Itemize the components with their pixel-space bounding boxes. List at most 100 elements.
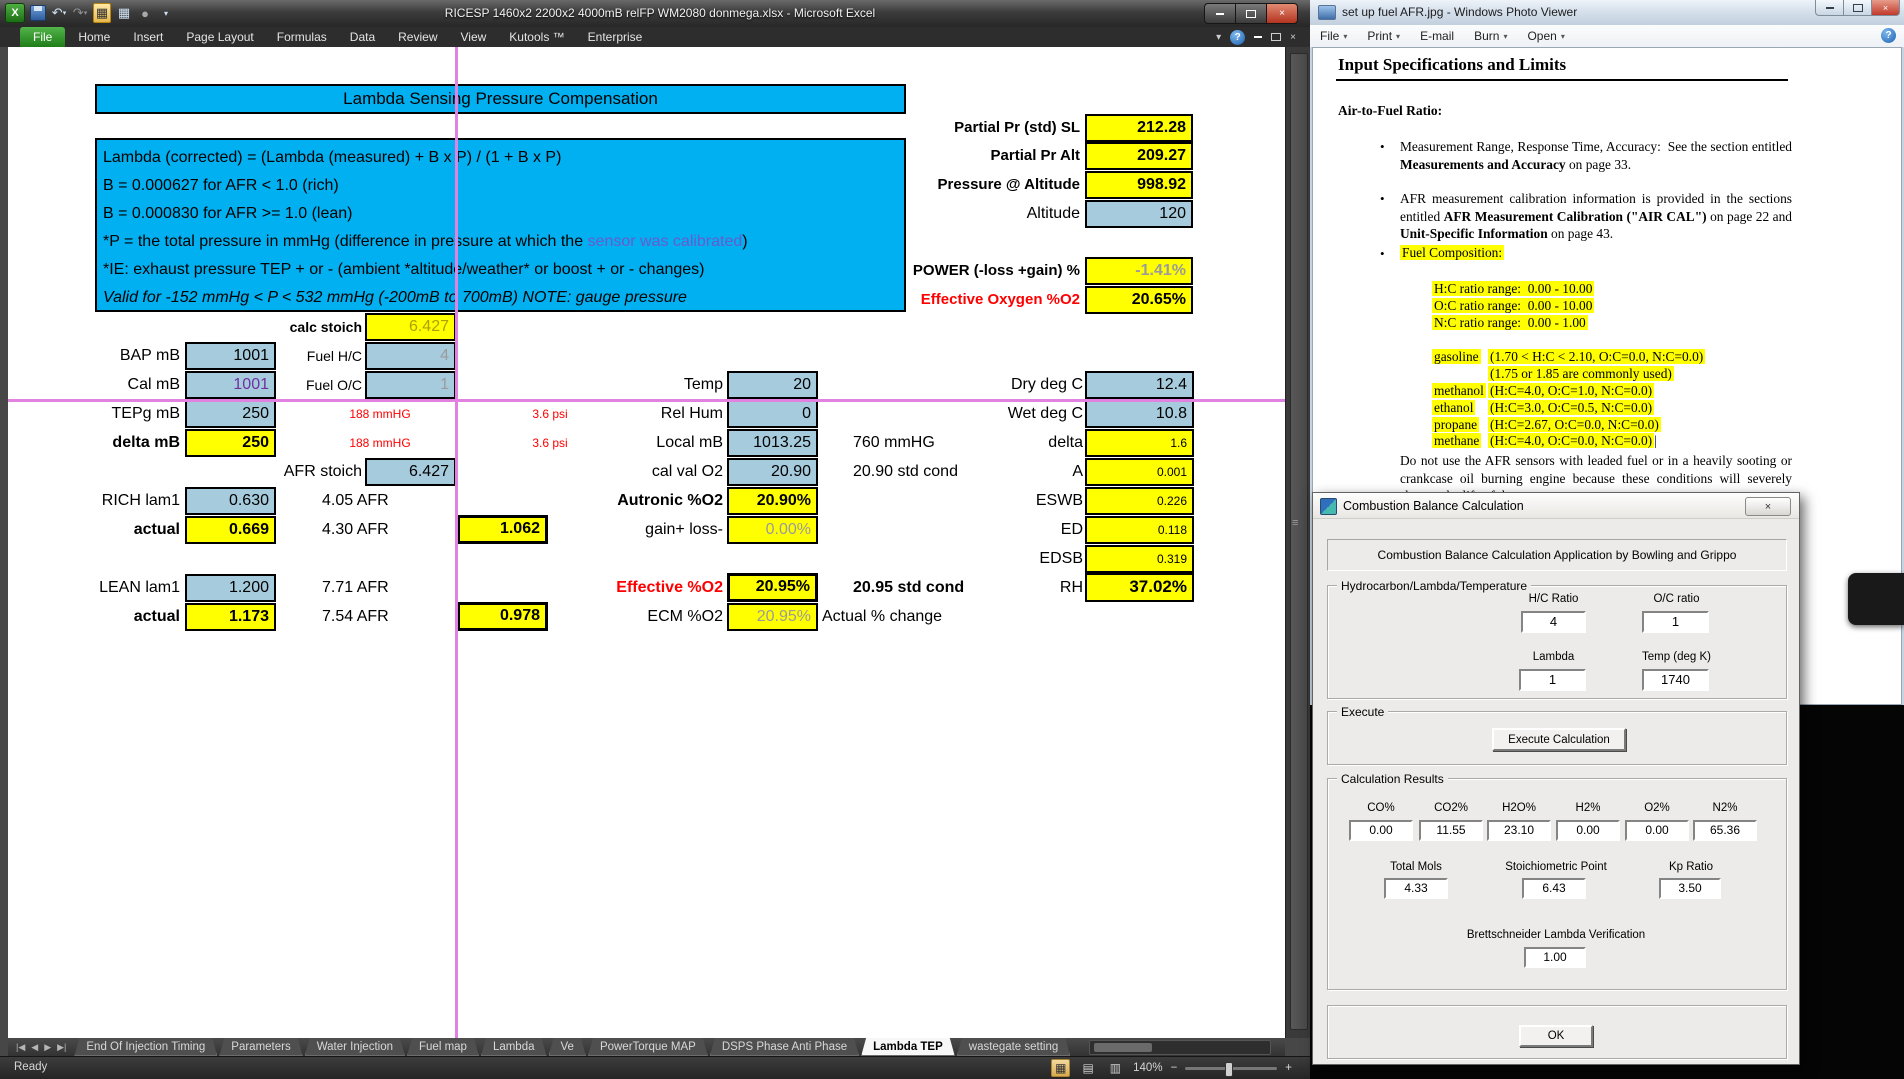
ribbon-tab-page-layout[interactable]: Page Layout: [176, 27, 263, 47]
tab-last-icon[interactable]: ▶|: [57, 1042, 66, 1053]
cell-edsb[interactable]: 0.319: [1085, 545, 1194, 573]
menu-email[interactable]: E-mail: [1410, 29, 1464, 43]
label-autronic-o2[interactable]: Autronic %O2: [565, 490, 723, 512]
zoom-slider-thumb[interactable]: [1225, 1062, 1233, 1077]
pv-maximize-button[interactable]: [1843, 0, 1871, 16]
cell-actual-rich[interactable]: 0.669: [185, 516, 276, 544]
cell-rh[interactable]: 37.02%: [1085, 573, 1194, 602]
cell-tepg[interactable]: 250: [185, 400, 276, 428]
execute-calculation-button[interactable]: Execute Calculation: [1492, 728, 1626, 751]
label-effective-oxygen[interactable]: Effective Oxygen %O2: [810, 289, 1080, 311]
result-co[interactable]: 0.00: [1349, 820, 1413, 841]
label-partial-pr-std[interactable]: Partial Pr (std) SL: [810, 117, 1080, 139]
label-ed[interactable]: ED: [925, 519, 1083, 541]
result-n2[interactable]: 65.36: [1693, 820, 1757, 841]
cell-effective-o2[interactable]: 20.95%: [727, 573, 818, 602]
label-partial-pr-alt[interactable]: Partial Pr Alt: [810, 145, 1080, 167]
cell-delta-small[interactable]: 1.6: [1085, 429, 1194, 457]
minimize-button[interactable]: [1204, 3, 1235, 24]
tab-prev-icon[interactable]: ◀: [31, 1042, 38, 1053]
label-effective-o2[interactable]: Effective %O2: [565, 577, 723, 599]
label-actual-lean[interactable]: actual: [30, 606, 180, 628]
sheet-tab-lambda-tep[interactable]: Lambda TEP: [861, 1038, 955, 1056]
label-fuel-hc[interactable]: Fuel H/C: [228, 345, 362, 367]
label-gain-loss[interactable]: gain+ loss-: [565, 519, 723, 541]
sheet-tab-parameters[interactable]: Parameters: [219, 1038, 302, 1056]
result-h2[interactable]: 0.00: [1556, 820, 1620, 841]
cell-lean-ratio[interactable]: 0.978: [457, 602, 548, 631]
label-rh[interactable]: RH: [925, 577, 1083, 599]
qat-customize-icon[interactable]: ▾: [158, 4, 174, 22]
maximize-button[interactable]: [1235, 3, 1266, 24]
label-actual-rich[interactable]: actual: [30, 519, 180, 541]
cell-a[interactable]: 0.001: [1085, 458, 1194, 486]
label-local-mb[interactable]: Local mB: [565, 432, 723, 454]
menu-burn[interactable]: Burn▾: [1464, 29, 1517, 43]
horizontal-scrollbar[interactable]: [1089, 1040, 1271, 1055]
result-co2[interactable]: 11.55: [1419, 820, 1483, 841]
cell-altitude[interactable]: 120: [1085, 200, 1193, 228]
ribbon-expand-icon[interactable]: ▾: [1216, 32, 1221, 43]
result-stoichiometric-point[interactable]: 6.43: [1522, 878, 1586, 899]
cell-power[interactable]: -1.41%: [1085, 257, 1193, 285]
cell-effective-oxygen[interactable]: 20.65%: [1085, 286, 1193, 314]
label-rich-lam1[interactable]: RICH lam1: [30, 490, 180, 512]
cell-lean-lam1[interactable]: 1.200: [185, 574, 276, 602]
label-a[interactable]: A: [925, 461, 1083, 483]
cell-ecm-o2[interactable]: 20.95%: [727, 603, 818, 631]
label-temp[interactable]: Temp: [565, 374, 723, 396]
cell-dry-deg[interactable]: 12.4: [1085, 371, 1194, 399]
tab-first-icon[interactable]: |◀: [16, 1042, 25, 1053]
sheet-tab-fuel-map[interactable]: Fuel map: [407, 1038, 479, 1056]
cell-gain-loss[interactable]: 0.00%: [727, 516, 818, 544]
label-lean-lam1[interactable]: LEAN lam1: [30, 577, 180, 599]
grid-toggle-icon[interactable]: ▦: [93, 3, 111, 23]
page-layout-view-icon[interactable]: ▤: [1078, 1059, 1097, 1077]
label-afr-stoich[interactable]: AFR stoich: [228, 461, 362, 483]
menu-open[interactable]: Open▾: [1517, 29, 1574, 43]
menu-print[interactable]: Print▾: [1357, 29, 1410, 43]
label-cal[interactable]: Cal mB: [30, 374, 180, 396]
input-oc-ratio[interactable]: 1: [1642, 611, 1709, 633]
ribbon-tab-review[interactable]: Review: [388, 27, 447, 47]
result-total-mols[interactable]: 4.33: [1384, 878, 1448, 899]
ribbon-tab-data[interactable]: Data: [340, 27, 385, 47]
result-h2o[interactable]: 23.10: [1487, 820, 1551, 841]
ribbon-tab-file[interactable]: File: [20, 27, 65, 47]
workbook-restore-icon[interactable]: [1271, 33, 1281, 41]
label-tepg[interactable]: TEPg mB: [30, 403, 180, 425]
label-eswb[interactable]: ESWB: [925, 490, 1083, 512]
input-lambda[interactable]: 1: [1519, 669, 1586, 691]
zoom-out-icon[interactable]: −: [1171, 1062, 1178, 1074]
normal-view-icon[interactable]: ▦: [1051, 1059, 1070, 1077]
sheet-tab-powertorque-map[interactable]: PowerTorque MAP: [588, 1038, 708, 1056]
ribbon-tab-enterprise[interactable]: Enterprise: [578, 27, 653, 47]
horizontal-scrollbar-thumb[interactable]: [1094, 1043, 1152, 1052]
cell-ed[interactable]: 0.118: [1085, 516, 1194, 544]
cell-fuel-hc[interactable]: 4: [365, 342, 456, 370]
label-power[interactable]: POWER (-loss +gain) %: [810, 260, 1080, 282]
ribbon-tab-insert[interactable]: Insert: [123, 27, 173, 47]
sheet-tab-ve[interactable]: Ve: [549, 1038, 586, 1056]
sheet-tab-end-of-injection-timing[interactable]: End Of Injection Timing: [74, 1038, 217, 1056]
cell-partial-pr-std[interactable]: 212.28: [1085, 114, 1193, 142]
label-fuel-oc[interactable]: Fuel O/C: [228, 374, 362, 396]
pv-close-button[interactable]: ×: [1871, 0, 1900, 16]
dialog-close-button[interactable]: ×: [1745, 497, 1791, 516]
ribbon-tab-home[interactable]: Home: [68, 27, 120, 47]
menu-file[interactable]: File▾: [1310, 29, 1357, 43]
zoom-slider[interactable]: [1185, 1067, 1277, 1070]
cell-pressure-altitude[interactable]: 998.92: [1085, 171, 1193, 199]
ribbon-tab-formulas[interactable]: Formulas: [267, 27, 337, 47]
zoom-in-icon[interactable]: +: [1285, 1062, 1292, 1074]
cell-wet-deg[interactable]: 10.8: [1085, 400, 1194, 428]
vertical-scrollbar-thumb[interactable]: [1290, 53, 1308, 1030]
page-break-view-icon[interactable]: ▥: [1106, 1059, 1125, 1077]
note-tepg-mmhg[interactable]: 188 mmHG: [336, 405, 424, 423]
tab-next-icon[interactable]: ▶: [44, 1042, 51, 1053]
text-lean-afr[interactable]: 7.71 AFR: [322, 577, 389, 599]
cell-rel-hum[interactable]: 0: [727, 400, 818, 428]
vertical-scrollbar[interactable]: ≡: [1285, 47, 1311, 1038]
text-rich-afr[interactable]: 4.05 AFR: [322, 490, 389, 512]
cell-partial-pr-alt[interactable]: 209.27: [1085, 142, 1193, 170]
